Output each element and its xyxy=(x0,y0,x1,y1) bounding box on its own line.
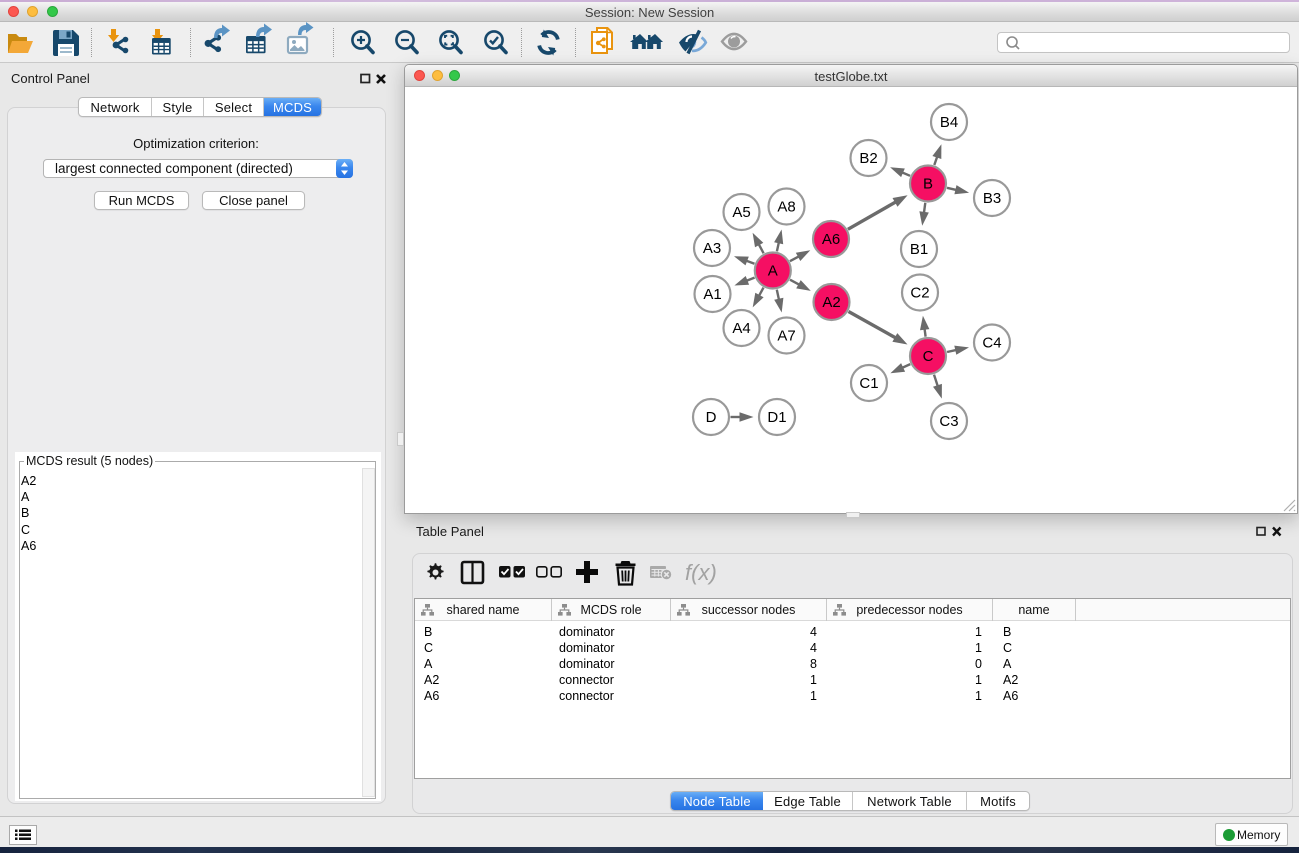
svg-text:C1: C1 xyxy=(859,375,878,392)
svg-text:B1: B1 xyxy=(910,241,928,258)
svg-text:A7: A7 xyxy=(777,328,795,345)
svg-text:B2: B2 xyxy=(859,150,877,167)
svg-text:A: A xyxy=(768,263,778,280)
svg-text:D: D xyxy=(706,409,717,426)
svg-text:B: B xyxy=(923,176,933,193)
svg-text:C2: C2 xyxy=(910,285,929,302)
svg-text:A1: A1 xyxy=(703,286,721,303)
svg-text:A3: A3 xyxy=(703,240,721,257)
svg-text:A8: A8 xyxy=(777,199,795,216)
svg-text:B3: B3 xyxy=(983,190,1001,207)
svg-text:C: C xyxy=(923,348,934,365)
svg-text:A4: A4 xyxy=(732,320,750,337)
svg-text:A2: A2 xyxy=(822,294,840,311)
svg-text:C3: C3 xyxy=(939,413,958,430)
svg-text:f(x): f(x) xyxy=(685,560,717,585)
svg-text:D1: D1 xyxy=(767,409,786,426)
svg-text:A5: A5 xyxy=(732,204,750,221)
svg-text:B4: B4 xyxy=(940,114,958,131)
svg-text:A6: A6 xyxy=(822,231,840,248)
svg-text:C4: C4 xyxy=(982,335,1001,352)
